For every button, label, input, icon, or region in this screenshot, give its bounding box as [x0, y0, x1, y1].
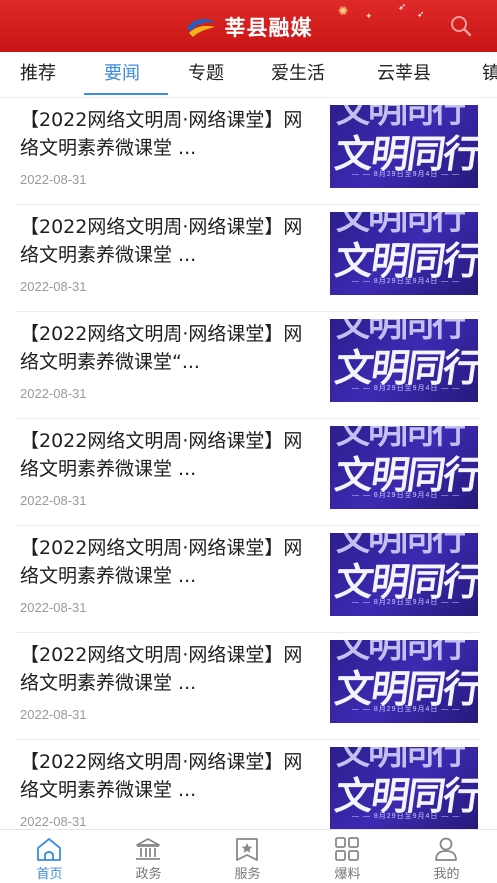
- thumbnail-dates: — — 8月29日至9月4日 — —: [352, 171, 461, 178]
- nav-label: 首页: [36, 867, 63, 882]
- search-icon[interactable]: [449, 14, 473, 38]
- tab-life[interactable]: 爱生活: [271, 52, 325, 97]
- nav-service[interactable]: 服务: [198, 830, 297, 883]
- news-title: 【2022网络文明周·网络课堂】网络文明素养微课堂 ...: [20, 751, 303, 801]
- news-thumbnail: 文明同行 文明同行 — — 8月29日至9月4日 — —: [330, 212, 478, 295]
- home-icon: [37, 838, 61, 861]
- nav-home[interactable]: 首页: [0, 830, 99, 883]
- news-title: 【2022网络文明周·网络课堂】网络文明素养微课堂“...: [20, 323, 303, 373]
- news-thumbnail: 文明同行 文明同行 — — 8月29日至9月4日 — —: [330, 105, 478, 188]
- report-icon: [335, 837, 359, 861]
- thumbnail-dates: — — 8月29日至9月4日 — —: [352, 813, 461, 820]
- news-date: 2022-08-31: [20, 814, 87, 829]
- tab-topics[interactable]: 专题: [188, 52, 224, 97]
- news-thumbnail: 文明同行 文明同行 — — 8月29日至9月4日 — —: [330, 426, 478, 509]
- news-date: 2022-08-31: [20, 279, 87, 294]
- nav-label: 政务: [135, 867, 162, 882]
- nav-report[interactable]: 爆料: [298, 830, 397, 883]
- news-thumbnail: 文明同行 文明同行 — — 8月29日至9月4日 — —: [330, 640, 478, 723]
- active-tab-indicator: [84, 93, 168, 95]
- nav-label: 爆料: [334, 867, 361, 882]
- app-header: ✺ ✦ ➶ ➶ 莘县融媒: [0, 0, 497, 52]
- tab-headlines[interactable]: 要闻: [104, 52, 140, 97]
- category-tabs: 推荐 要闻 专题 爱生活 云莘县 镇: [0, 52, 497, 98]
- news-item[interactable]: 【2022网络文明周·网络课堂】网络文明素养微课堂 ... 2022-08-31…: [16, 633, 481, 740]
- news-date: 2022-08-31: [20, 172, 87, 187]
- app-title: 莘县融媒: [224, 16, 313, 40]
- news-item[interactable]: 【2022网络文明周·网络课堂】网络文明素养微课堂“... 2022-08-31…: [16, 312, 481, 419]
- news-title: 【2022网络文明周·网络课堂】网络文明素养微课堂 ...: [20, 537, 303, 587]
- nav-profile[interactable]: 我的: [397, 830, 496, 883]
- news-item[interactable]: 【2022网络文明周·网络课堂】网络文明素养微课堂 ... 2022-08-31…: [16, 98, 481, 205]
- thumbnail-dates: — — 8月29日至9月4日 — —: [352, 492, 461, 499]
- tab-cloud-shenxian[interactable]: 云莘县: [377, 52, 431, 97]
- nav-label: 服务: [234, 867, 261, 882]
- thumbnail-dates: — — 8月29日至9月4日 — —: [352, 599, 461, 606]
- news-item[interactable]: 【2022网络文明周·网络课堂】网络文明素养微课堂 ... 2022-08-31…: [16, 205, 481, 312]
- news-title: 【2022网络文明周·网络课堂】网络文明素养微课堂 ...: [20, 216, 303, 266]
- news-title: 【2022网络文明周·网络课堂】网络文明素养微课堂 ...: [20, 644, 303, 694]
- nav-label: 我的: [433, 867, 460, 882]
- news-date: 2022-08-31: [20, 386, 87, 401]
- news-list: 【2022网络文明周·网络课堂】网络文明素养微课堂 ... 2022-08-31…: [0, 98, 497, 829]
- thumbnail-dates: — — 8月29日至9月4日 — —: [352, 385, 461, 392]
- news-thumbnail: 文明同行 文明同行 — — 8月29日至9月4日 — —: [330, 319, 478, 402]
- news-title: 【2022网络文明周·网络课堂】网络文明素养微课堂 ...: [20, 430, 303, 480]
- news-thumbnail: 文明同行 文明同行 — — 8月29日至9月4日 — —: [330, 747, 478, 829]
- news-date: 2022-08-31: [20, 493, 87, 508]
- thumbnail-dates: — — 8月29日至9月4日 — —: [352, 706, 461, 713]
- news-item[interactable]: 【2022网络文明周·网络课堂】网络文明素养微课堂 ... 2022-08-31…: [16, 740, 481, 829]
- news-item[interactable]: 【2022网络文明周·网络课堂】网络文明素养微课堂 ... 2022-08-31…: [16, 419, 481, 526]
- news-thumbnail: 文明同行 文明同行 — — 8月29日至9月4日 — —: [330, 533, 478, 616]
- tab-recommend[interactable]: 推荐: [20, 52, 56, 97]
- thumbnail-dates: — — 8月29日至9月4日 — —: [352, 278, 461, 285]
- government-icon: [136, 838, 160, 860]
- nav-government[interactable]: 政务: [99, 830, 198, 883]
- header-title-group: 莘县融媒: [0, 12, 497, 42]
- tab-town[interactable]: 镇: [482, 52, 497, 97]
- news-title: 【2022网络文明周·网络课堂】网络文明素养微课堂 ...: [20, 109, 303, 159]
- profile-icon: [435, 837, 457, 861]
- news-date: 2022-08-31: [20, 707, 87, 722]
- service-icon: [236, 838, 258, 861]
- bottom-navigation: 首页 政务 服务 爆料 我的: [0, 829, 497, 883]
- news-item[interactable]: 【2022网络文明周·网络课堂】网络文明素养微课堂 ... 2022-08-31…: [16, 526, 481, 633]
- app-logo-icon: [186, 19, 215, 37]
- news-date: 2022-08-31: [20, 600, 87, 615]
